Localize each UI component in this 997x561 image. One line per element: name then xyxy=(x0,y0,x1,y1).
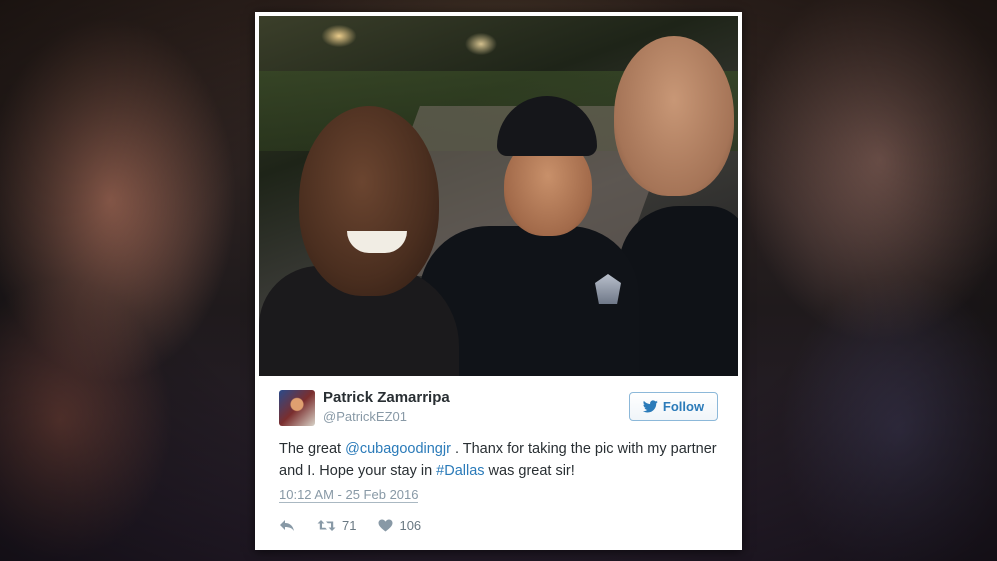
author-names: Patrick Zamarripa @PatrickEZ01 xyxy=(323,388,450,425)
reply-button[interactable] xyxy=(279,519,295,532)
retweet-count: 71 xyxy=(342,518,357,533)
tweet-text-part-3: was great sir! xyxy=(484,463,575,479)
author-display-name[interactable]: Patrick Zamarripa xyxy=(323,388,450,408)
like-count: 106 xyxy=(399,518,422,533)
tweet-body: Patrick Zamarripa @PatrickEZ01 Follow Th… xyxy=(259,376,738,533)
retweet-icon xyxy=(317,520,336,531)
tweet-photo[interactable] xyxy=(259,16,738,376)
tweet-header: Patrick Zamarripa @PatrickEZ01 Follow xyxy=(279,388,718,426)
like-button[interactable]: 106 xyxy=(378,518,421,533)
photo-man-left-head xyxy=(299,106,439,296)
twitter-bird-icon xyxy=(642,400,658,413)
mention-link[interactable]: @cubagoodingjr xyxy=(345,441,451,457)
avatar[interactable] xyxy=(279,390,315,426)
tweet-author[interactable]: Patrick Zamarripa @PatrickEZ01 xyxy=(279,388,450,426)
follow-label: Follow xyxy=(662,399,705,414)
follow-button[interactable]: Follow xyxy=(629,392,718,421)
author-screen-name[interactable]: @PatrickEZ01 xyxy=(323,408,450,425)
heart-icon xyxy=(378,519,393,532)
photo-officer-right-head xyxy=(614,36,734,196)
tweet-text-part-1: The great xyxy=(279,441,346,457)
hashtag-link[interactable]: #Dallas xyxy=(436,463,484,479)
tweet-timestamp[interactable]: 10:12 AM - 25 Feb 2016 xyxy=(279,487,419,503)
retweet-button[interactable]: 71 xyxy=(317,518,356,533)
screen: Patrick Zamarripa @PatrickEZ01 Follow Th… xyxy=(0,0,997,561)
tweet-card: Patrick Zamarripa @PatrickEZ01 Follow Th… xyxy=(255,12,742,550)
reply-icon xyxy=(280,520,294,531)
tweet-actions: 71 106 xyxy=(279,518,718,533)
tweet-text: The great @cubagoodingjr . Thanx for tak… xyxy=(279,438,719,482)
